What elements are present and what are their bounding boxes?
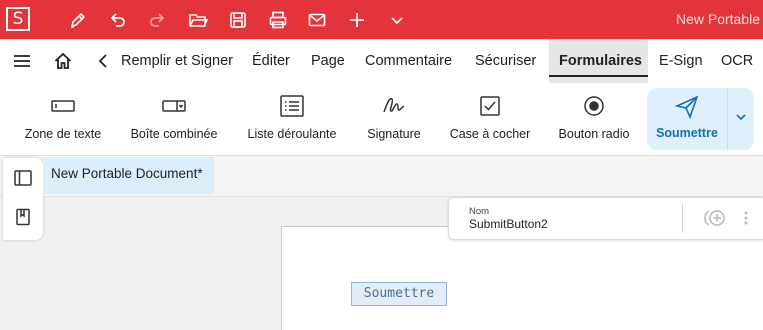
tab-formulaires[interactable]: Formulaires <box>549 39 648 83</box>
redo-icon[interactable] <box>145 8 169 32</box>
scroll-left-icon[interactable] <box>91 49 115 73</box>
divider <box>682 203 683 233</box>
tab-ocr[interactable]: OCR <box>715 39 759 83</box>
ribbon-tabs: Remplir et Signer Éditer Page Commentair… <box>115 39 763 83</box>
radio-button-button[interactable]: Bouton radio <box>552 83 636 155</box>
menu-bar: Remplir et Signer Éditer Page Commentair… <box>0 39 763 83</box>
plus-icon[interactable] <box>345 8 369 32</box>
mail-icon[interactable] <box>305 8 329 32</box>
chevron-down-icon <box>735 110 747 128</box>
checkbox-button[interactable]: Case à cocher <box>442 83 538 155</box>
checkbox-icon <box>477 93 503 119</box>
checkbox-label: Case à cocher <box>449 127 531 141</box>
chevron-down-icon[interactable] <box>385 8 409 32</box>
undo-icon[interactable] <box>106 8 130 32</box>
text-field-button[interactable]: Zone de texte <box>16 83 110 155</box>
list-box-label: Liste déroulante <box>247 127 337 141</box>
signature-icon <box>381 93 407 119</box>
bookmark-icon[interactable] <box>13 207 33 227</box>
tab-commentaire[interactable]: Commentaire <box>359 39 458 83</box>
textbox-icon <box>50 93 76 119</box>
tab-e-sign[interactable]: E-Sign <box>653 39 709 83</box>
tab-page[interactable]: Page <box>305 39 351 83</box>
app-logo[interactable]: S <box>6 7 30 31</box>
window-title: New Portable <box>675 11 760 27</box>
document-page[interactable] <box>281 226 763 330</box>
text-field-label: Zone de texte <box>24 127 102 141</box>
property-value[interactable]: SubmitButton2 <box>469 217 548 231</box>
tab-remplir-et-signer[interactable]: Remplir et Signer <box>115 39 239 83</box>
signature-button[interactable]: Signature <box>358 83 430 155</box>
side-panel <box>3 158 43 240</box>
submit-button-tool[interactable]: Soumettre <box>647 88 727 150</box>
save-icon[interactable] <box>226 8 250 32</box>
field-properties-bar: Nom SubmitButton2 <box>448 197 763 240</box>
print-icon[interactable] <box>266 8 290 32</box>
combobox-icon <box>161 93 187 119</box>
list-box-button[interactable]: Liste déroulante <box>240 83 344 155</box>
submit-label: Soumettre <box>656 126 718 140</box>
tab-editer[interactable]: Éditer <box>246 39 296 83</box>
open-folder-icon[interactable] <box>186 8 210 32</box>
radio-icon <box>581 93 607 119</box>
radio-button-label: Bouton radio <box>558 127 630 141</box>
hamburger-menu-icon[interactable] <box>10 49 34 73</box>
document-tab[interactable]: New Portable Document* <box>43 157 214 194</box>
pen-icon[interactable] <box>66 8 90 32</box>
submit-form-field[interactable]: Soumettre <box>351 282 447 306</box>
listbox-icon <box>279 93 305 119</box>
ribbon: Zone de texte Boîte combinée Liste dérou… <box>0 83 763 156</box>
panel-toggle-icon[interactable] <box>13 168 33 188</box>
send-icon <box>674 94 700 120</box>
title-bar: S New Portable <box>0 0 763 39</box>
property-key: Nom <box>469 206 490 217</box>
submit-dropdown-toggle[interactable] <box>727 88 754 150</box>
combo-box-button[interactable]: Boîte combinée <box>124 83 224 155</box>
tab-securiser[interactable]: Sécuriser <box>469 39 542 83</box>
more-options-icon[interactable] <box>739 207 753 229</box>
add-action-icon[interactable] <box>703 207 727 229</box>
combo-box-label: Boîte combinée <box>130 127 218 141</box>
home-icon[interactable] <box>51 49 75 73</box>
signature-label: Signature <box>367 127 421 141</box>
